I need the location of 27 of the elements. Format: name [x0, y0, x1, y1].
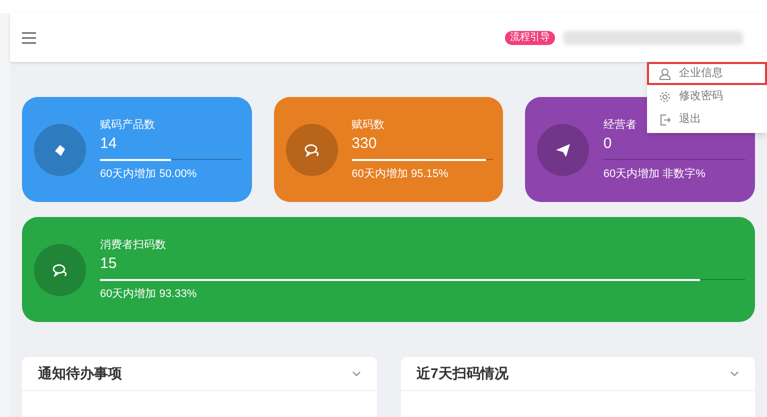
chat-icon — [304, 142, 320, 156]
stat-footer: 60天内增加 93.33% — [100, 286, 197, 302]
guide-badge[interactable]: 流程引导 — [505, 30, 555, 44]
exit-icon — [659, 114, 671, 126]
chevron-icon[interactable] — [730, 370, 739, 376]
stat-title: 赋码产品数 — [100, 118, 155, 133]
stat-footer: 60天内增加 95.15% — [352, 166, 448, 182]
stat-value: 0 — [603, 134, 612, 154]
settings-icon — [659, 90, 671, 102]
stat-footer: 60天内增加 50.00% — [100, 166, 197, 182]
stat-value: 14 — [100, 134, 117, 154]
panel-title: 通知待办事项 — [38, 364, 122, 383]
user-icon — [659, 68, 671, 80]
stat-value: 15 — [100, 254, 117, 274]
stat-title: 赋码数 — [352, 118, 385, 133]
menu-item[interactable]: 退出 — [647, 108, 767, 131]
stat-title: 经营者 — [603, 118, 636, 133]
menu-icon[interactable] — [22, 32, 36, 44]
panel-title: 近7天扫码情况 — [416, 364, 508, 383]
chevron-icon[interactable] — [352, 370, 360, 376]
menu-item[interactable]: 企业信息 — [647, 62, 767, 85]
menu-item[interactable]: 修改密码 — [647, 85, 767, 108]
chat-icon — [52, 262, 68, 276]
stat-value: 330 — [352, 134, 377, 154]
send-icon — [555, 142, 572, 158]
stat-title: 消费者扫码数 — [100, 238, 166, 253]
stat-footer: 60天内增加 非数字% — [603, 166, 706, 182]
